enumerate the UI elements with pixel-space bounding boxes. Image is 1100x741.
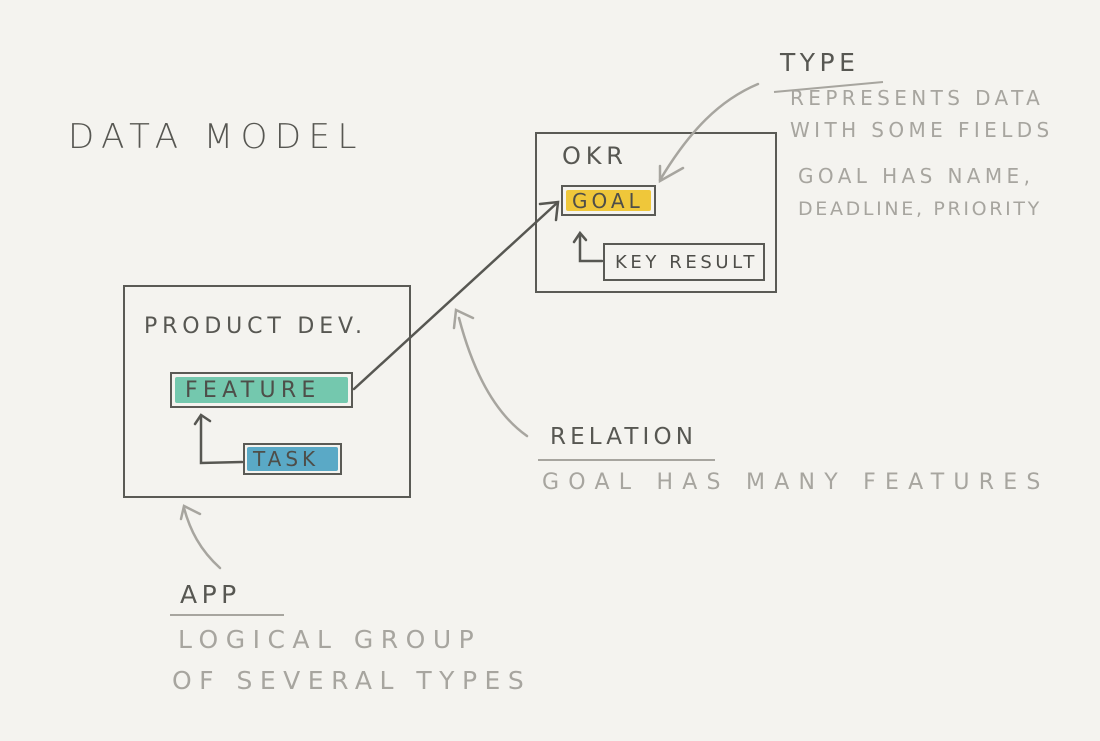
- relation-arrow-feature-to-goal: [352, 200, 560, 391]
- diagram-canvas: DATA MODEL OKR GOAL KEY RESULT PRODUCT D…: [0, 0, 1100, 741]
- annotation-arrow-app: [179, 504, 222, 570]
- connectors-layer: [170, 81, 884, 616]
- annotation-type-heading: TYPE: [780, 48, 860, 77]
- annotation-type-line: REPRESENTS DATA: [790, 86, 1045, 110]
- annotation-app-line: OF SEVERAL TYPES: [172, 666, 532, 695]
- annotation-type-line: DEADLINE, PRIORITY: [798, 198, 1042, 220]
- annotation-relation-line: GOAL HAS MANY FEATURES: [542, 470, 1050, 495]
- annotation-app-heading: APP: [180, 580, 241, 609]
- annotation-arrow-relation: [452, 308, 529, 438]
- annotation-relation-heading: RELATION: [550, 424, 698, 450]
- annotation-app-line: LOGICAL GROUP: [178, 625, 482, 654]
- annotation-type-line: GOAL HAS NAME,: [798, 164, 1035, 188]
- parent-arrow-key-result-to-goal: [572, 230, 604, 263]
- annotation-type-line: WITH SOME FIELDS: [790, 118, 1054, 142]
- annotation-arrow-type: [658, 82, 760, 184]
- parent-arrow-task-to-feature: [193, 413, 244, 465]
